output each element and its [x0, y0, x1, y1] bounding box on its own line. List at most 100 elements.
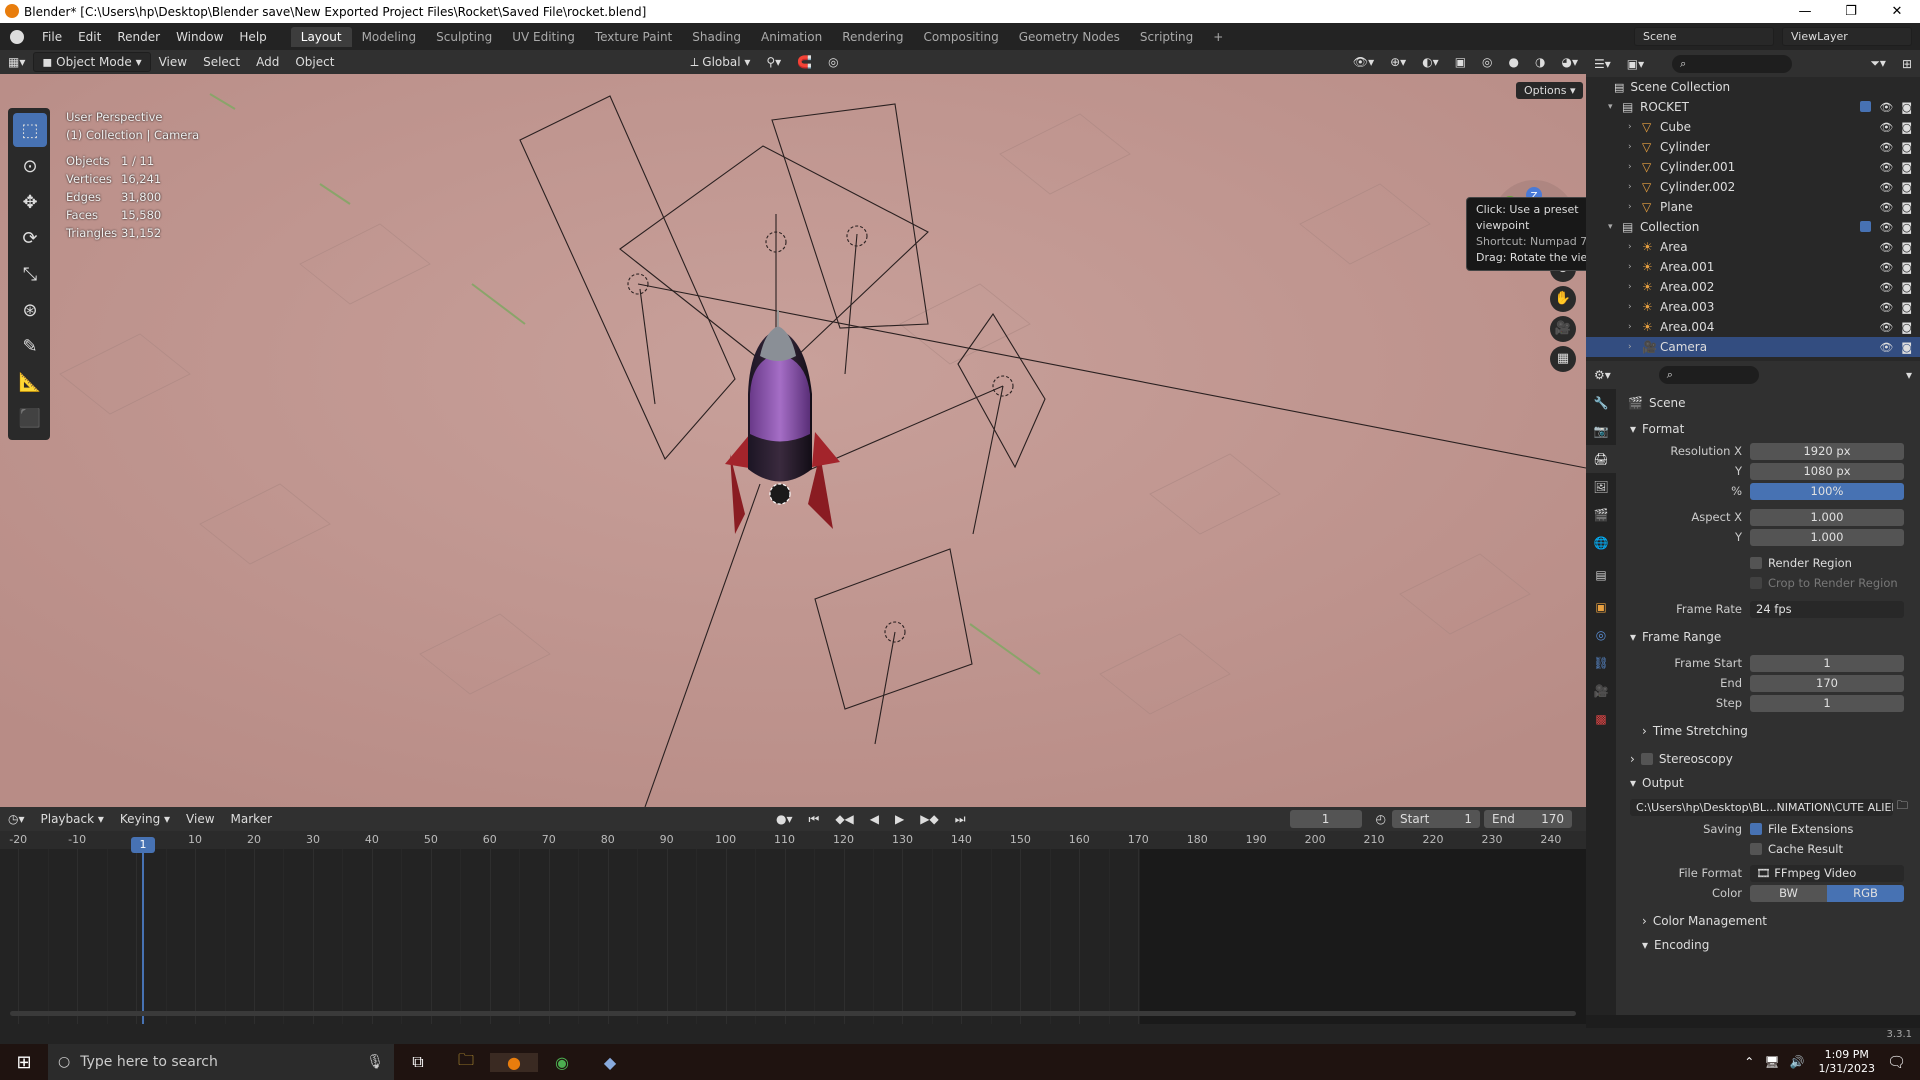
- shading-solid-icon[interactable]: ●: [1501, 53, 1527, 71]
- options-dropdown[interactable]: Options ▾: [1516, 82, 1584, 99]
- chevron-right-icon[interactable]: ›: [1628, 302, 1642, 312]
- chevron-right-icon[interactable]: ›: [1628, 182, 1642, 192]
- encoding-section-header[interactable]: ▾ Encoding: [1616, 933, 1920, 957]
- end-frame-field[interactable]: End 170: [1484, 810, 1572, 828]
- rotate-tool-icon[interactable]: ⟳: [13, 221, 47, 255]
- frame-step-field[interactable]: 1: [1750, 694, 1904, 712]
- visibility-eye-icon[interactable]: 👁: [1879, 201, 1893, 214]
- render-visibility-icon[interactable]: ◙: [1901, 161, 1912, 174]
- chevron-right-icon[interactable]: ›: [1628, 262, 1642, 272]
- close-button[interactable]: ✕: [1874, 4, 1920, 19]
- visibility-eye-icon[interactable]: 👁: [1879, 281, 1893, 294]
- playback-menu[interactable]: Playback ▾: [33, 810, 112, 828]
- cursor-tool-icon[interactable]: ⊙: [13, 149, 47, 183]
- tab-layout[interactable]: Layout: [290, 26, 352, 47]
- color-management-section-header[interactable]: › Color Management: [1616, 909, 1920, 933]
- shading-material-icon[interactable]: ◑: [1527, 53, 1553, 71]
- outliner-row[interactable]: › ☀ Area.001 👁 ◙: [1586, 257, 1920, 277]
- exclude-checkbox[interactable]: [1860, 100, 1872, 112]
- crop-checkbox[interactable]: [1750, 577, 1762, 589]
- tab-animation[interactable]: Animation: [751, 27, 832, 47]
- ortho-toggle-icon[interactable]: ▦: [1550, 346, 1576, 372]
- xray-icon[interactable]: ▣: [1447, 53, 1474, 71]
- menu-select[interactable]: Select: [195, 53, 248, 71]
- notification-icon[interactable]: 🗨: [1887, 1053, 1906, 1071]
- jump-start-icon[interactable]: ⏮: [801, 810, 828, 829]
- microphone-icon[interactable]: 🎙: [366, 1054, 384, 1070]
- chevron-right-icon[interactable]: ›: [1628, 282, 1642, 292]
- playhead[interactable]: [142, 849, 144, 1024]
- outliner-row[interactable]: ▾ ▤ Collection 👁 ◙: [1586, 217, 1920, 237]
- chevron-right-icon[interactable]: ›: [1628, 142, 1642, 152]
- taskbar-clock[interactable]: 1:09 PM 1/31/2023: [1819, 1048, 1875, 1076]
- start-frame-field[interactable]: Start 1: [1392, 810, 1480, 828]
- keying-menu[interactable]: Keying ▾: [112, 810, 178, 828]
- chevron-up-icon[interactable]: ⌃: [1744, 1055, 1754, 1069]
- aspect-y-field[interactable]: 1.000: [1750, 528, 1904, 546]
- collection-tab-icon[interactable]: ▤: [1586, 557, 1616, 593]
- chevron-right-icon[interactable]: ›: [1628, 322, 1642, 332]
- playhead-frame-indicator[interactable]: 1: [131, 837, 155, 853]
- texture-tab-icon[interactable]: ▩: [1586, 705, 1616, 733]
- render-visibility-icon[interactable]: ◙: [1901, 341, 1912, 354]
- outliner-row[interactable]: › ☀ Area 👁 ◙: [1586, 237, 1920, 257]
- render-visibility-icon[interactable]: ◙: [1901, 261, 1912, 274]
- measure-tool-icon[interactable]: 📐: [13, 365, 47, 399]
- tab-texture-paint[interactable]: Texture Paint: [585, 27, 682, 47]
- format-section-header[interactable]: ▾ Format: [1616, 417, 1920, 441]
- mode-dropdown[interactable]: ◼ Object Mode ▾: [33, 52, 151, 72]
- render-visibility-icon[interactable]: ◙: [1901, 201, 1912, 214]
- resolution-pct-field[interactable]: 100%: [1750, 482, 1904, 500]
- visibility-eye-icon[interactable]: 👁: [1879, 301, 1893, 314]
- visibility-eye-icon[interactable]: 👁: [1879, 221, 1893, 234]
- outliner-row[interactable]: › ☀ Area.003 👁 ◙: [1586, 297, 1920, 317]
- properties-options-icon[interactable]: ▾: [1898, 366, 1920, 384]
- stereoscopy-checkbox[interactable]: [1640, 753, 1653, 765]
- physics-tab-icon[interactable]: ◎: [1586, 621, 1616, 649]
- filter-icon[interactable]: ⏷▾: [1862, 54, 1894, 73]
- chevron-right-icon[interactable]: ›: [1628, 122, 1642, 132]
- chevron-right-icon[interactable]: ›: [1628, 202, 1642, 212]
- visibility-eye-icon[interactable]: 👁: [1879, 161, 1893, 174]
- render-visibility-icon[interactable]: ◙: [1901, 241, 1912, 254]
- add-cube-tool-icon[interactable]: ⬛: [13, 401, 47, 435]
- scene-collection-row[interactable]: ▤ Scene Collection: [1586, 77, 1920, 97]
- tab-geometry-nodes[interactable]: Geometry Nodes: [1009, 27, 1130, 47]
- resolution-y-field[interactable]: 1080 px: [1750, 462, 1904, 480]
- color-rgb-button[interactable]: RGB: [1827, 884, 1904, 902]
- properties-editor-icon[interactable]: ⚙▾: [1586, 366, 1619, 384]
- marker-menu[interactable]: Marker: [223, 810, 280, 828]
- display-mode-icon[interactable]: ▣▾: [1619, 55, 1652, 73]
- viewlayer-selector[interactable]: ViewLayer: [1782, 27, 1912, 46]
- outliner-search-input[interactable]: ⌕: [1672, 54, 1793, 73]
- transform-tool-icon[interactable]: ⊛: [13, 293, 47, 327]
- visibility-eye-icon[interactable]: 👁: [1879, 101, 1893, 114]
- chevron-down-icon[interactable]: ▾: [1608, 102, 1622, 112]
- menu-window[interactable]: Window: [168, 30, 231, 44]
- blender-taskbar-icon[interactable]: ●: [490, 1052, 538, 1072]
- output-tab-icon[interactable]: 🖨: [1586, 445, 1616, 473]
- camera-view-icon[interactable]: 🎥: [1550, 316, 1576, 342]
- record-icon[interactable]: ●▾: [768, 810, 801, 828]
- file-format-dropdown[interactable]: 🎞 FFmpeg Video: [1750, 864, 1904, 882]
- object-data-tab-icon[interactable]: 🎥: [1586, 677, 1616, 705]
- 3d-viewport[interactable]: Z Y X User Perspective (1) Collection | …: [0, 74, 1586, 807]
- maximize-button[interactable]: ❐: [1828, 4, 1874, 19]
- menu-object[interactable]: Object: [287, 53, 342, 71]
- clock-icon[interactable]: ◴: [1376, 812, 1386, 826]
- visibility-eye-icon[interactable]: 👁: [1879, 241, 1893, 254]
- pan-view-icon[interactable]: ✋: [1550, 286, 1576, 312]
- output-section-header[interactable]: ▾ Output: [1616, 771, 1920, 795]
- move-tool-icon[interactable]: ✥: [13, 185, 47, 219]
- next-keyframe-icon[interactable]: ▶◆: [912, 810, 946, 828]
- menu-view[interactable]: View: [151, 53, 195, 71]
- render-visibility-icon[interactable]: ◙: [1901, 181, 1912, 194]
- properties-search-input[interactable]: ⌕: [1658, 366, 1759, 384]
- render-visibility-icon[interactable]: ◙: [1901, 141, 1912, 154]
- outliner-row[interactable]: › ▽ Plane 👁 ◙: [1586, 197, 1920, 217]
- render-tab-icon[interactable]: 📷: [1586, 417, 1616, 445]
- timeline-scrollbar[interactable]: [10, 1011, 1576, 1016]
- aspect-x-field[interactable]: 1.000: [1750, 508, 1904, 526]
- object-tab-icon[interactable]: ▣: [1586, 593, 1616, 621]
- tab-shading[interactable]: Shading: [682, 27, 751, 47]
